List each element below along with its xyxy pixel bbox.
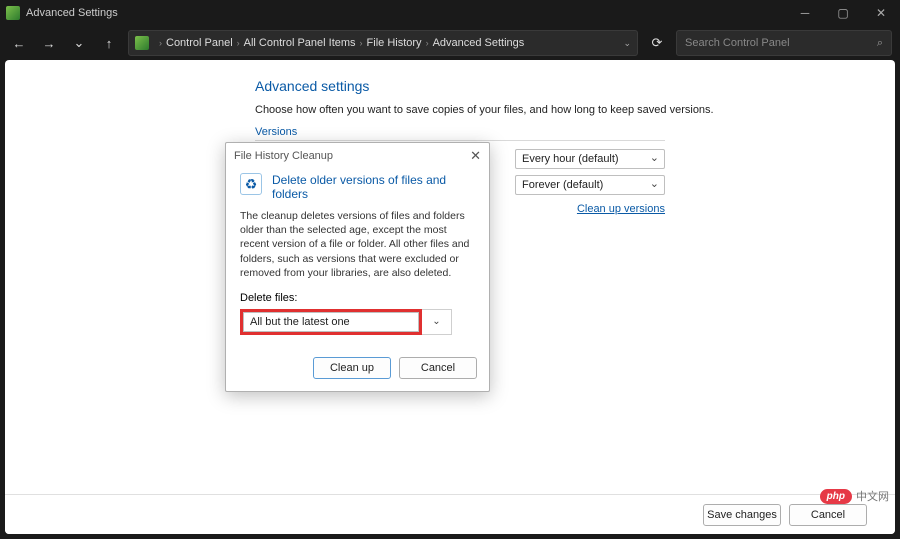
dialog-body: ♻ Delete older versions of files and fol… <box>226 169 489 347</box>
select-keep-duration[interactable]: Forever (default) <box>515 175 665 195</box>
titlebar: Advanced Settings ─ ▢ ✕ <box>0 0 900 26</box>
select-save-frequency[interactable]: Every hour (default) <box>515 149 665 169</box>
watermark-pill: php <box>820 489 852 504</box>
save-changes-button[interactable]: Save changes <box>703 504 781 526</box>
breadcrumb-item[interactable]: All Control Panel Items <box>244 37 356 49</box>
search-placeholder: Search Control Panel <box>685 37 790 49</box>
section-header-versions: Versions <box>255 126 665 141</box>
dialog-file-history-cleanup: File History Cleanup ✕ ♻ Delete older ve… <box>225 142 490 392</box>
footer: Save changes Cancel <box>5 494 895 534</box>
select-chevron-icon[interactable]: ⌄ <box>422 309 452 335</box>
dialog-cleanup-button[interactable]: Clean up <box>313 357 391 379</box>
app-icon <box>6 6 20 20</box>
address-dropdown-icon[interactable]: ⌄ <box>623 38 631 49</box>
search-input[interactable]: Search Control Panel ⌕ <box>676 30 892 56</box>
watermark: php 中文网 <box>820 488 889 504</box>
close-button[interactable]: ✕ <box>862 0 900 26</box>
back-button[interactable]: ← <box>6 30 32 56</box>
window-title: Advanced Settings <box>26 7 786 19</box>
chevron-right-icon: › <box>426 38 429 48</box>
refresh-button[interactable]: ⟳ <box>644 30 670 56</box>
up-button[interactable]: ↑ <box>96 30 122 56</box>
navbar: ← → ⌄ ↑ › Control Panel › All Control Pa… <box>0 26 900 60</box>
breadcrumb-item[interactable]: Advanced Settings <box>433 37 525 49</box>
chevron-down-icon[interactable]: ⌄ <box>66 30 92 56</box>
select-delete-files-wrap: All but the latest one ⌄ <box>240 309 475 335</box>
address-bar[interactable]: › Control Panel › All Control Panel Item… <box>128 30 638 56</box>
breadcrumb-item[interactable]: Control Panel <box>166 37 233 49</box>
page-heading: Advanced settings <box>255 78 895 94</box>
link-clean-up-versions[interactable]: Clean up versions <box>577 203 665 215</box>
minimize-button[interactable]: ─ <box>786 0 824 26</box>
label-delete-files: Delete files: <box>240 292 475 304</box>
dialog-titlebar[interactable]: File History Cleanup ✕ <box>226 143 489 169</box>
watermark-text: 中文网 <box>856 488 889 504</box>
breadcrumb-item[interactable]: File History <box>367 37 422 49</box>
control-panel-icon <box>135 36 149 50</box>
maximize-button[interactable]: ▢ <box>824 0 862 26</box>
highlight-box: All but the latest one <box>240 309 422 335</box>
search-icon: ⌕ <box>877 37 883 50</box>
dialog-cancel-button[interactable]: Cancel <box>399 357 477 379</box>
dialog-footer: Clean up Cancel <box>226 347 489 391</box>
chevron-right-icon: › <box>159 38 162 48</box>
recycle-icon: ♻ <box>240 173 262 195</box>
chevron-right-icon: › <box>360 38 363 48</box>
page-subtitle: Choose how often you want to save copies… <box>255 104 895 116</box>
dialog-title: File History Cleanup <box>234 150 333 162</box>
select-delete-files[interactable]: All but the latest one <box>243 312 419 332</box>
cancel-button[interactable]: Cancel <box>789 504 867 526</box>
dialog-close-button[interactable]: ✕ <box>470 148 481 164</box>
dialog-heading: Delete older versions of files and folde… <box>272 173 475 201</box>
chevron-right-icon: › <box>237 38 240 48</box>
dialog-description: The cleanup deletes versions of files an… <box>240 209 475 280</box>
forward-button[interactable]: → <box>36 30 62 56</box>
